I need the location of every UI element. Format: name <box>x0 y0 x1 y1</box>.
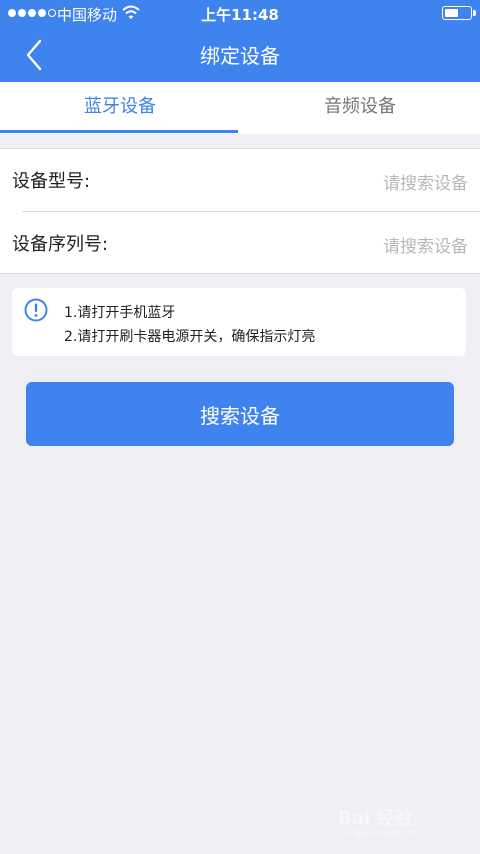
battery-level <box>445 9 458 17</box>
tab-bluetooth-device[interactable]: 蓝牙设备 <box>0 82 240 134</box>
device-model-label: 设备型号: <box>12 171 91 192</box>
baidu-watermark: Bai 经验 jingyan.baidu.com <box>338 800 458 840</box>
search-device-button[interactable]: 搜索设备 <box>26 382 454 446</box>
tips-card: 1.请打开手机蓝牙 2.请打开刷卡器电源开关，确保指示灯亮 <box>12 288 466 356</box>
tab-bar: 蓝牙设备 音频设备 <box>0 82 480 134</box>
tip-line-2: 2.请打开刷卡器电源开关，确保指示灯亮 <box>64 329 316 345</box>
battery-icon <box>442 6 476 20</box>
watermark-sub: jingyan.baidu.com <box>346 828 420 837</box>
device-form: 设备型号: 请搜索设备 设备序列号: 请搜索设备 <box>0 148 480 274</box>
status-bar: 中国移动 上午11:48 <box>0 0 480 28</box>
device-serial-field[interactable]: 请搜索设备 <box>383 232 468 257</box>
status-time: 上午11:48 <box>201 6 279 24</box>
tip-line-1: 1.请打开手机蓝牙 <box>64 305 176 321</box>
info-icon <box>24 298 48 322</box>
device-serial-label: 设备序列号: <box>12 234 109 255</box>
watermark-text: Bai 经验 <box>338 808 413 829</box>
device-model-field[interactable]: 请搜索设备 <box>383 169 468 194</box>
nav-bar: 绑定设备 <box>0 28 480 82</box>
top-bar: 中国移动 上午11:48 绑定设备 <box>0 0 480 82</box>
device-serial-row[interactable]: 设备序列号: 请搜索设备 <box>0 212 480 274</box>
device-model-row[interactable]: 设备型号: 请搜索设备 <box>0 149 480 211</box>
tab-indicator <box>0 130 238 133</box>
tab-audio-device[interactable]: 音频设备 <box>240 82 480 134</box>
page-title: 绑定设备 <box>200 44 280 68</box>
